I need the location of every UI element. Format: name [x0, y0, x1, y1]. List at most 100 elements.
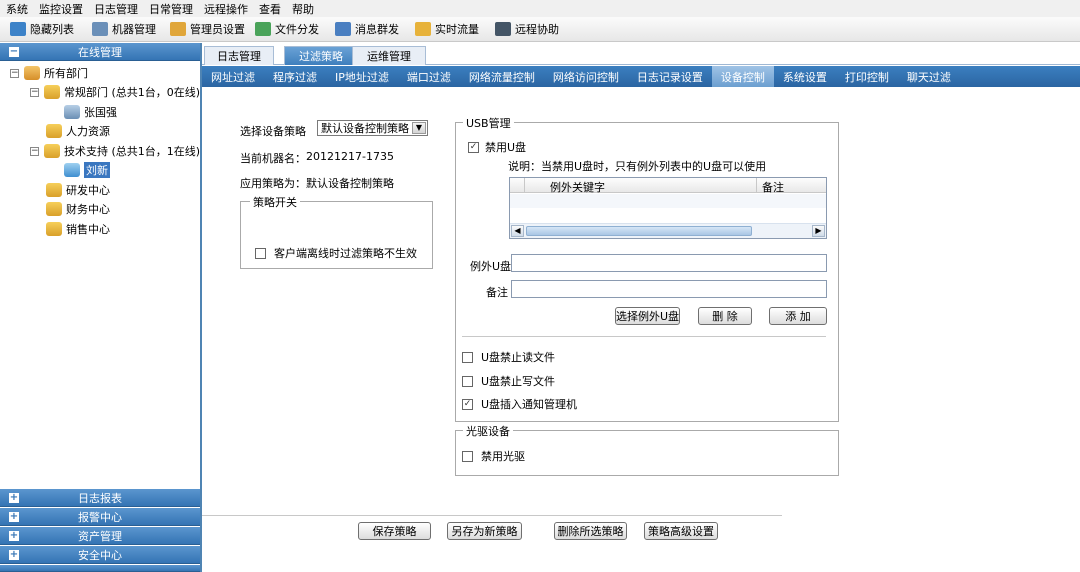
- menu-daily-management[interactable]: 日常管理: [149, 1, 193, 17]
- tree-node-tech-support[interactable]: − 技术支持 (总共1台，1在线): [30, 143, 200, 159]
- tab-log-management[interactable]: 日志管理: [204, 46, 274, 65]
- group-icon: [46, 202, 62, 216]
- scroll-right-icon[interactable]: ▶: [812, 225, 825, 237]
- toolbar-label: 消息群发: [355, 23, 399, 36]
- device-policy-select[interactable]: 默认设备控制策略 ▼: [317, 120, 428, 136]
- offline-policy-checkbox-row[interactable]: 客户端离线时过滤策略不生效: [255, 245, 417, 261]
- tree-node-all-departments[interactable]: − 所有部门: [10, 65, 88, 81]
- tree-node-label: 所有部门: [44, 67, 88, 80]
- admin-users-icon: [170, 22, 186, 36]
- sidebar-section-security-center[interactable]: + 安全中心: [0, 546, 200, 564]
- tree-node-human-resources[interactable]: 人力资源: [46, 123, 110, 139]
- select-exception-usb-button[interactable]: 选择例外U盘: [615, 307, 680, 325]
- offline-policy-checkbox[interactable]: [255, 247, 266, 259]
- toolbar-label: 实时流量: [435, 23, 479, 36]
- subtab-ip-filter[interactable]: IP地址过滤: [326, 66, 398, 87]
- menu-monitor-settings[interactable]: 监控设置: [39, 1, 83, 17]
- tree-node-sales-center[interactable]: 销售中心: [46, 221, 110, 237]
- sidebar-section-alert-center[interactable]: + 报警中心: [0, 508, 200, 526]
- scroll-left-icon[interactable]: ◀: [511, 225, 524, 237]
- remark-input[interactable]: [511, 280, 827, 298]
- traffic-icon: [415, 22, 431, 36]
- tree-node-label: 人力资源: [66, 125, 110, 138]
- toolbar-hide-list-button[interactable]: 隐藏列表: [10, 21, 74, 37]
- toolbar-message-broadcast-button[interactable]: 消息群发: [335, 21, 399, 37]
- tree-node-rd-center[interactable]: 研发中心: [46, 182, 110, 198]
- table-row[interactable]: [510, 194, 826, 208]
- disable-usb-row[interactable]: ✓ 禁用U盘: [468, 139, 526, 155]
- tab-filter-policy[interactable]: 过滤策略: [284, 46, 358, 65]
- computer-offline-icon: [64, 105, 80, 119]
- expand-icon: +: [9, 492, 19, 503]
- tree-node-finance-center[interactable]: 财务中心: [46, 201, 110, 217]
- toolbar-machine-management-button[interactable]: 机器管理: [92, 21, 156, 37]
- subtab-device-control[interactable]: 设备控制: [711, 66, 774, 87]
- save-policy-button[interactable]: 保存策略: [358, 522, 431, 540]
- remote-screen-icon: [495, 22, 511, 36]
- subtab-print-control[interactable]: 打印控制: [836, 66, 898, 87]
- subtab-log-record-settings[interactable]: 日志记录设置: [628, 66, 712, 87]
- sidebar-section-label: 资产管理: [78, 529, 122, 543]
- tree-node-general-dept[interactable]: − 常规部门 (总共1台，0在线): [30, 84, 200, 100]
- add-button[interactable]: 添 加: [769, 307, 827, 325]
- toolbar-admin-settings-button[interactable]: 管理员设置: [170, 21, 245, 37]
- sidebar-section-asset-management[interactable]: + 资产管理: [0, 527, 200, 545]
- policy-advanced-settings-button[interactable]: 策略高级设置: [644, 522, 718, 540]
- sidebar-section-online-management[interactable]: − 在线管理: [0, 43, 200, 61]
- sidebar-section-more[interactable]: [0, 565, 200, 572]
- sidebar-section-log-reports[interactable]: + 日志报表: [0, 489, 200, 507]
- tree-node-zhang-guoqiang[interactable]: 张国强: [64, 104, 117, 120]
- delete-selected-policy-button[interactable]: 删除所选策略: [554, 522, 627, 540]
- sidebar-section-label: 日志报表: [78, 491, 122, 505]
- group-icon: [44, 85, 60, 99]
- menu-help[interactable]: 帮助: [292, 1, 314, 17]
- table-row[interactable]: [510, 208, 826, 222]
- disable-usb-checkbox[interactable]: ✓: [468, 141, 479, 153]
- usb-block-read-checkbox[interactable]: [462, 351, 473, 363]
- subtab-traffic-control[interactable]: 网络流量控制: [460, 66, 544, 87]
- tree-node-liu-xin[interactable]: 刘新: [64, 162, 110, 178]
- subtab-port-filter[interactable]: 端口过滤: [398, 66, 460, 87]
- menu-view[interactable]: 查看: [259, 1, 281, 17]
- subtab-system-settings[interactable]: 系统设置: [774, 66, 836, 87]
- machine-name-value: 20121217-1735: [306, 150, 394, 163]
- disable-optical-row[interactable]: 禁用光驱: [462, 448, 525, 464]
- subtab-program-filter[interactable]: 程序过滤: [264, 66, 326, 87]
- usb-block-read-label: U盘禁止读文件: [481, 351, 556, 364]
- expand-icon: +: [9, 549, 19, 560]
- exception-usb-input[interactable]: [511, 254, 827, 272]
- sidebar-section-label: 在线管理: [78, 45, 122, 59]
- menu-log-management[interactable]: 日志管理: [94, 1, 138, 17]
- horizontal-scrollbar[interactable]: ◀ ▶: [510, 223, 826, 238]
- usb-notify-checkbox[interactable]: ✓: [462, 398, 473, 410]
- subtab-url-filter[interactable]: 网址过滤: [202, 66, 264, 87]
- toolbar: 隐藏列表 机器管理 管理员设置 文件分发 消息群发 实时流量 远程协助: [0, 17, 1080, 42]
- computer-online-icon: [64, 163, 80, 177]
- toolbar-remote-assist-button[interactable]: 远程协助: [495, 21, 559, 37]
- disable-optical-checkbox[interactable]: [462, 450, 473, 462]
- exception-table: 例外关键字 备注 ◀ ▶: [509, 177, 827, 239]
- applied-policy-label: 应用策略为：: [240, 177, 306, 190]
- save-as-new-policy-button[interactable]: 另存为新策略: [447, 522, 522, 540]
- collapse-icon: −: [30, 86, 39, 97]
- delete-button[interactable]: 删 除: [698, 307, 752, 325]
- device-control-panel: 选择设备策略 默认设备控制策略 ▼ 当前机器名： 20121217-1735 应…: [202, 87, 1080, 572]
- usb-block-write-checkbox[interactable]: [462, 375, 473, 387]
- toolbar-file-distribute-button[interactable]: 文件分发: [255, 21, 319, 37]
- group-icon: [44, 144, 60, 158]
- usb-management-title: USB管理: [463, 115, 514, 131]
- toolbar-realtime-traffic-button[interactable]: 实时流量: [415, 21, 479, 37]
- table-header: 例外关键字 备注: [510, 178, 826, 194]
- usb-block-read-row[interactable]: U盘禁止读文件: [462, 349, 555, 365]
- group-icon: [46, 183, 62, 197]
- column-header-keyword: 例外关键字: [550, 181, 605, 194]
- scrollbar-thumb[interactable]: [526, 226, 752, 236]
- menu-system[interactable]: 系统: [6, 1, 28, 17]
- usb-notify-row[interactable]: ✓ U盘插入通知管理机: [462, 396, 577, 412]
- subtab-network-access-control[interactable]: 网络访问控制: [544, 66, 628, 87]
- usb-block-write-row[interactable]: U盘禁止写文件: [462, 373, 555, 389]
- tab-ops-management[interactable]: 运维管理: [352, 46, 426, 65]
- menu-remote-operation[interactable]: 远程操作: [204, 1, 248, 17]
- list-icon: [10, 22, 26, 36]
- subtab-chat-filter[interactable]: 聊天过滤: [898, 66, 960, 87]
